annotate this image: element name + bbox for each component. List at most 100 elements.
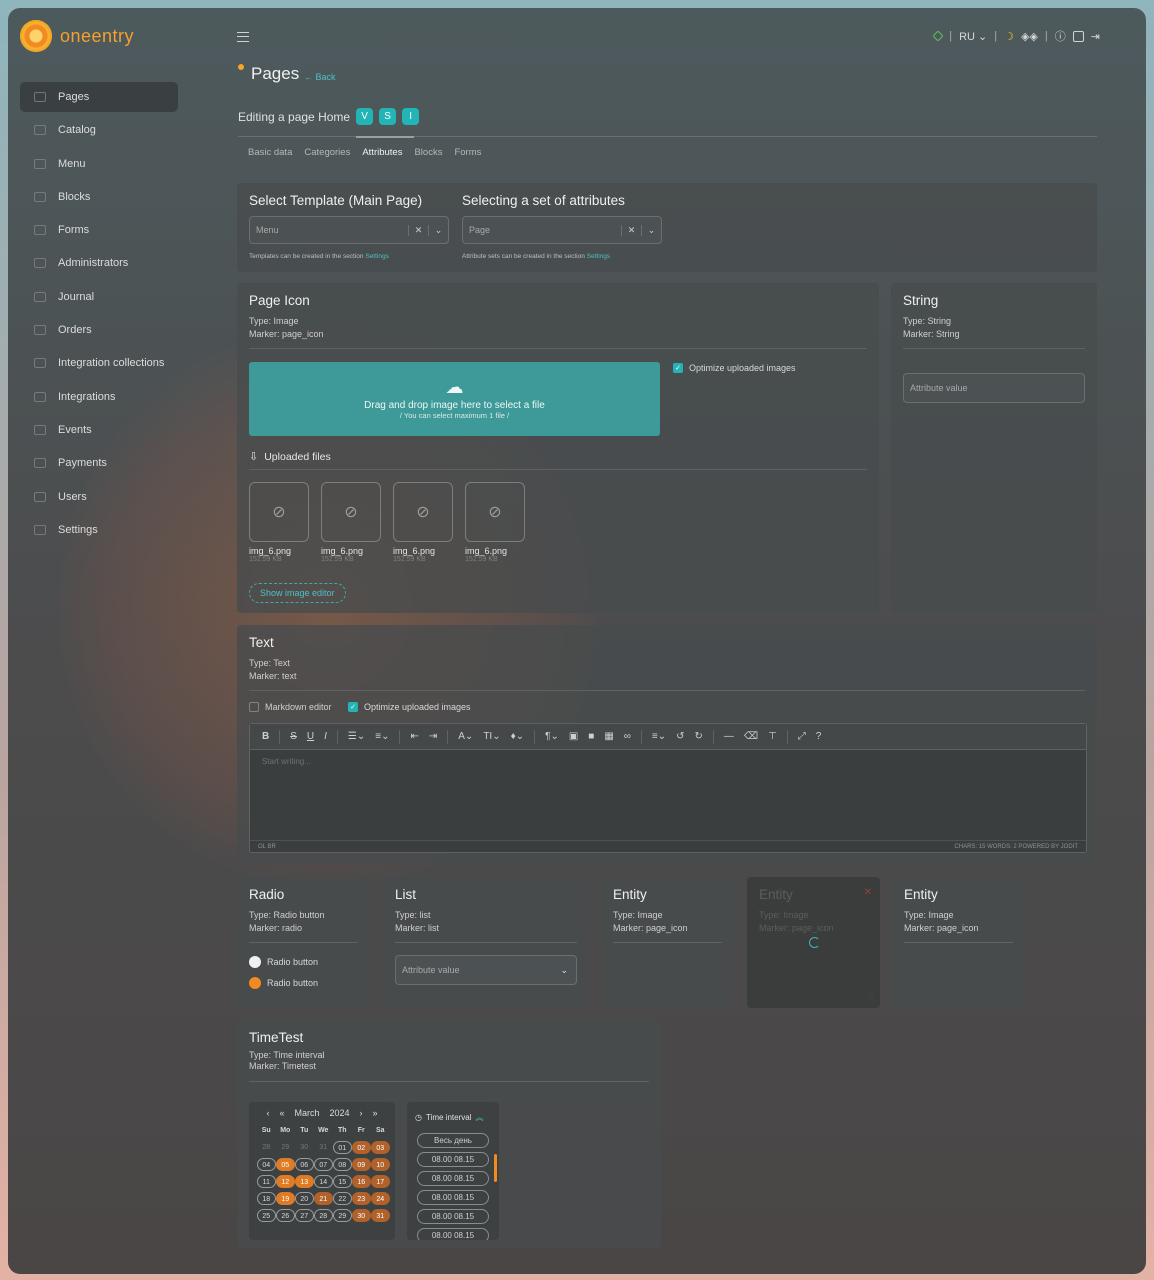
outdent-icon[interactable]: ⇤ [410, 731, 418, 742]
optimize-images-checkbox[interactable]: ✓ Optimize uploaded images [673, 363, 796, 373]
calendar-day[interactable]: 07 [314, 1158, 333, 1171]
tab-forms[interactable]: Forms [454, 147, 481, 158]
calendar-day[interactable]: 09 [352, 1158, 371, 1171]
time-interval-header[interactable]: ◷ Time interval ︽ [407, 1102, 499, 1124]
paragraph-icon[interactable]: ¶⌄ [545, 731, 559, 742]
string-value-input[interactable]: Attribute value [903, 373, 1085, 403]
help-icon[interactable]: ⓘ [1055, 28, 1066, 44]
sidebar-item-administrators[interactable]: Administrators [20, 248, 178, 278]
time-slot[interactable]: 08.00 08.15 [417, 1152, 489, 1167]
clear-icon[interactable]: ✕ [621, 224, 641, 236]
bold-icon[interactable]: B [262, 731, 269, 742]
image-icon[interactable]: ▣ [569, 731, 578, 742]
sidebar-item-integrations[interactable]: Integrations [20, 382, 178, 412]
video-icon[interactable]: ■ [588, 731, 594, 742]
sidebar-item-users[interactable]: Users [20, 482, 178, 512]
calendar-day[interactable]: 08 [333, 1158, 352, 1171]
calendar-day[interactable]: 24 [371, 1192, 390, 1205]
radio-option-1[interactable]: Radio button [249, 956, 318, 968]
uploaded-file[interactable]: ⊘ img_6.png 152.59 KB [321, 482, 381, 563]
calendar-day[interactable]: 30 [295, 1141, 314, 1154]
calendar-day[interactable]: 19 [276, 1192, 295, 1205]
calendar-day[interactable]: 02 [352, 1141, 371, 1154]
show-image-editor-button[interactable]: Show image editor [249, 583, 346, 603]
sidebar-item-payments[interactable]: Payments [20, 448, 178, 478]
calendar-day[interactable]: 10 [371, 1158, 390, 1171]
uploaded-file[interactable]: ⊘ img_6.png 152.59 KB [465, 482, 525, 563]
time-slot[interactable]: 08.00 08.15 [417, 1209, 489, 1224]
uploaded-file[interactable]: ⊘ img_6.png 152.59 KB [393, 482, 453, 563]
calendar-day[interactable]: 29 [276, 1141, 295, 1154]
calendar-day[interactable]: 28 [314, 1209, 333, 1222]
calendar-day[interactable]: 16 [352, 1175, 371, 1188]
calendar-day[interactable]: 03 [371, 1141, 390, 1154]
calendar-day[interactable]: 22 [333, 1192, 352, 1205]
color-drop-icon[interactable]: ♦⌄ [511, 731, 524, 742]
prev-month-icon[interactable]: ‹ [266, 1108, 269, 1118]
calendar-day[interactable]: 30 [352, 1209, 371, 1222]
next-year-icon[interactable]: » [373, 1108, 378, 1118]
calendar-day[interactable]: 06 [295, 1158, 314, 1171]
chip-v[interactable]: V [356, 108, 374, 125]
sidebar-item-orders[interactable]: Orders [20, 315, 178, 345]
sidebar-item-journal[interactable]: Journal [20, 282, 178, 312]
time-slot[interactable]: 08.00 08.15 [417, 1228, 489, 1240]
calendar-day[interactable]: 17 [371, 1175, 390, 1188]
hamburger-menu-icon[interactable] [237, 32, 249, 42]
tab-basic-data[interactable]: Basic data [248, 147, 292, 158]
attrs-select[interactable]: Page ✕ ⌄ [462, 216, 662, 244]
underline-icon[interactable]: U [307, 731, 314, 742]
tab-attributes[interactable]: Attributes [356, 136, 415, 158]
calendar-day[interactable]: 25 [257, 1209, 276, 1222]
redo-icon[interactable]: ↻ [695, 731, 703, 742]
diamond-status-icon[interactable] [932, 30, 944, 42]
sidebar-item-blocks[interactable]: Blocks [20, 182, 178, 212]
time-slot[interactable]: 08.00 08.15 [417, 1190, 489, 1205]
scrollbar[interactable] [494, 1154, 497, 1182]
strikethrough-icon[interactable]: S [290, 731, 297, 742]
calendar-day[interactable]: 15 [333, 1175, 352, 1188]
table-icon[interactable]: ▦ [604, 731, 613, 742]
numbered-list-icon[interactable]: ≡⌄ [375, 731, 389, 742]
sidebar-item-events[interactable]: Events [20, 415, 178, 445]
chip-s[interactable]: S [379, 108, 397, 125]
calendar-day[interactable]: 04 [257, 1158, 276, 1171]
font-size-icon[interactable]: TI⌄ [483, 731, 500, 742]
close-icon[interactable]: ✕ [864, 887, 872, 898]
uploaded-file[interactable]: ⊘ img_6.png 152.59 KB [249, 482, 309, 563]
calendar-day[interactable]: 26 [276, 1209, 295, 1222]
sidebar-item-settings[interactable]: Settings [20, 515, 178, 545]
language-selector[interactable]: RU ⌄ [959, 30, 987, 43]
calendar-day[interactable]: 31 [371, 1209, 390, 1222]
tab-blocks[interactable]: Blocks [414, 147, 442, 158]
italic-icon[interactable]: I [324, 731, 327, 742]
all-day-option[interactable]: Весь день [417, 1133, 489, 1148]
help-icon[interactable]: ? [816, 731, 822, 742]
back-link[interactable]: ← Back [304, 72, 336, 82]
refresh-icon[interactable]: ◌ [869, 992, 874, 1002]
fullscreen-icon[interactable]: ⤢ [798, 731, 806, 742]
undo-icon[interactable]: ↺ [676, 731, 684, 742]
indent-icon[interactable]: ⇥ [429, 731, 437, 742]
moon-icon[interactable]: ☽ [1004, 30, 1014, 43]
list-select[interactable]: Attribute value ⌄ [395, 955, 577, 985]
image-dropzone[interactable]: ☁ Drag and drop image here to select a f… [249, 362, 660, 436]
calendar-day[interactable]: 28 [257, 1141, 276, 1154]
template-settings-link[interactable]: Settings [365, 253, 389, 260]
calendar-day[interactable]: 13 [295, 1175, 314, 1188]
logout-icon[interactable]: ⇥ [1091, 30, 1100, 43]
sidebar-item-integration-collections[interactable]: Integration collections [20, 348, 178, 378]
radio-option-2[interactable]: Radio button [249, 977, 318, 989]
horizontal-rule-icon[interactable]: — [724, 731, 734, 742]
bullet-list-icon[interactable]: ☰⌄ [348, 731, 365, 742]
calendar-year[interactable]: 2024 [329, 1108, 349, 1118]
calendar-day[interactable]: 23 [352, 1192, 371, 1205]
format-painter-icon[interactable]: ⊤ [768, 731, 777, 742]
time-slot[interactable]: 08.00 08.15 [417, 1171, 489, 1186]
sidebar-item-menu[interactable]: Menu [20, 149, 178, 179]
calendar-day[interactable]: 01 [333, 1141, 352, 1154]
theme-toggle-icon[interactable]: ◈◈ [1021, 30, 1038, 43]
attrs-settings-link[interactable]: Settings [587, 253, 611, 260]
template-select[interactable]: Menu ✕ ⌄ [249, 216, 449, 244]
calendar-day[interactable]: 29 [333, 1209, 352, 1222]
